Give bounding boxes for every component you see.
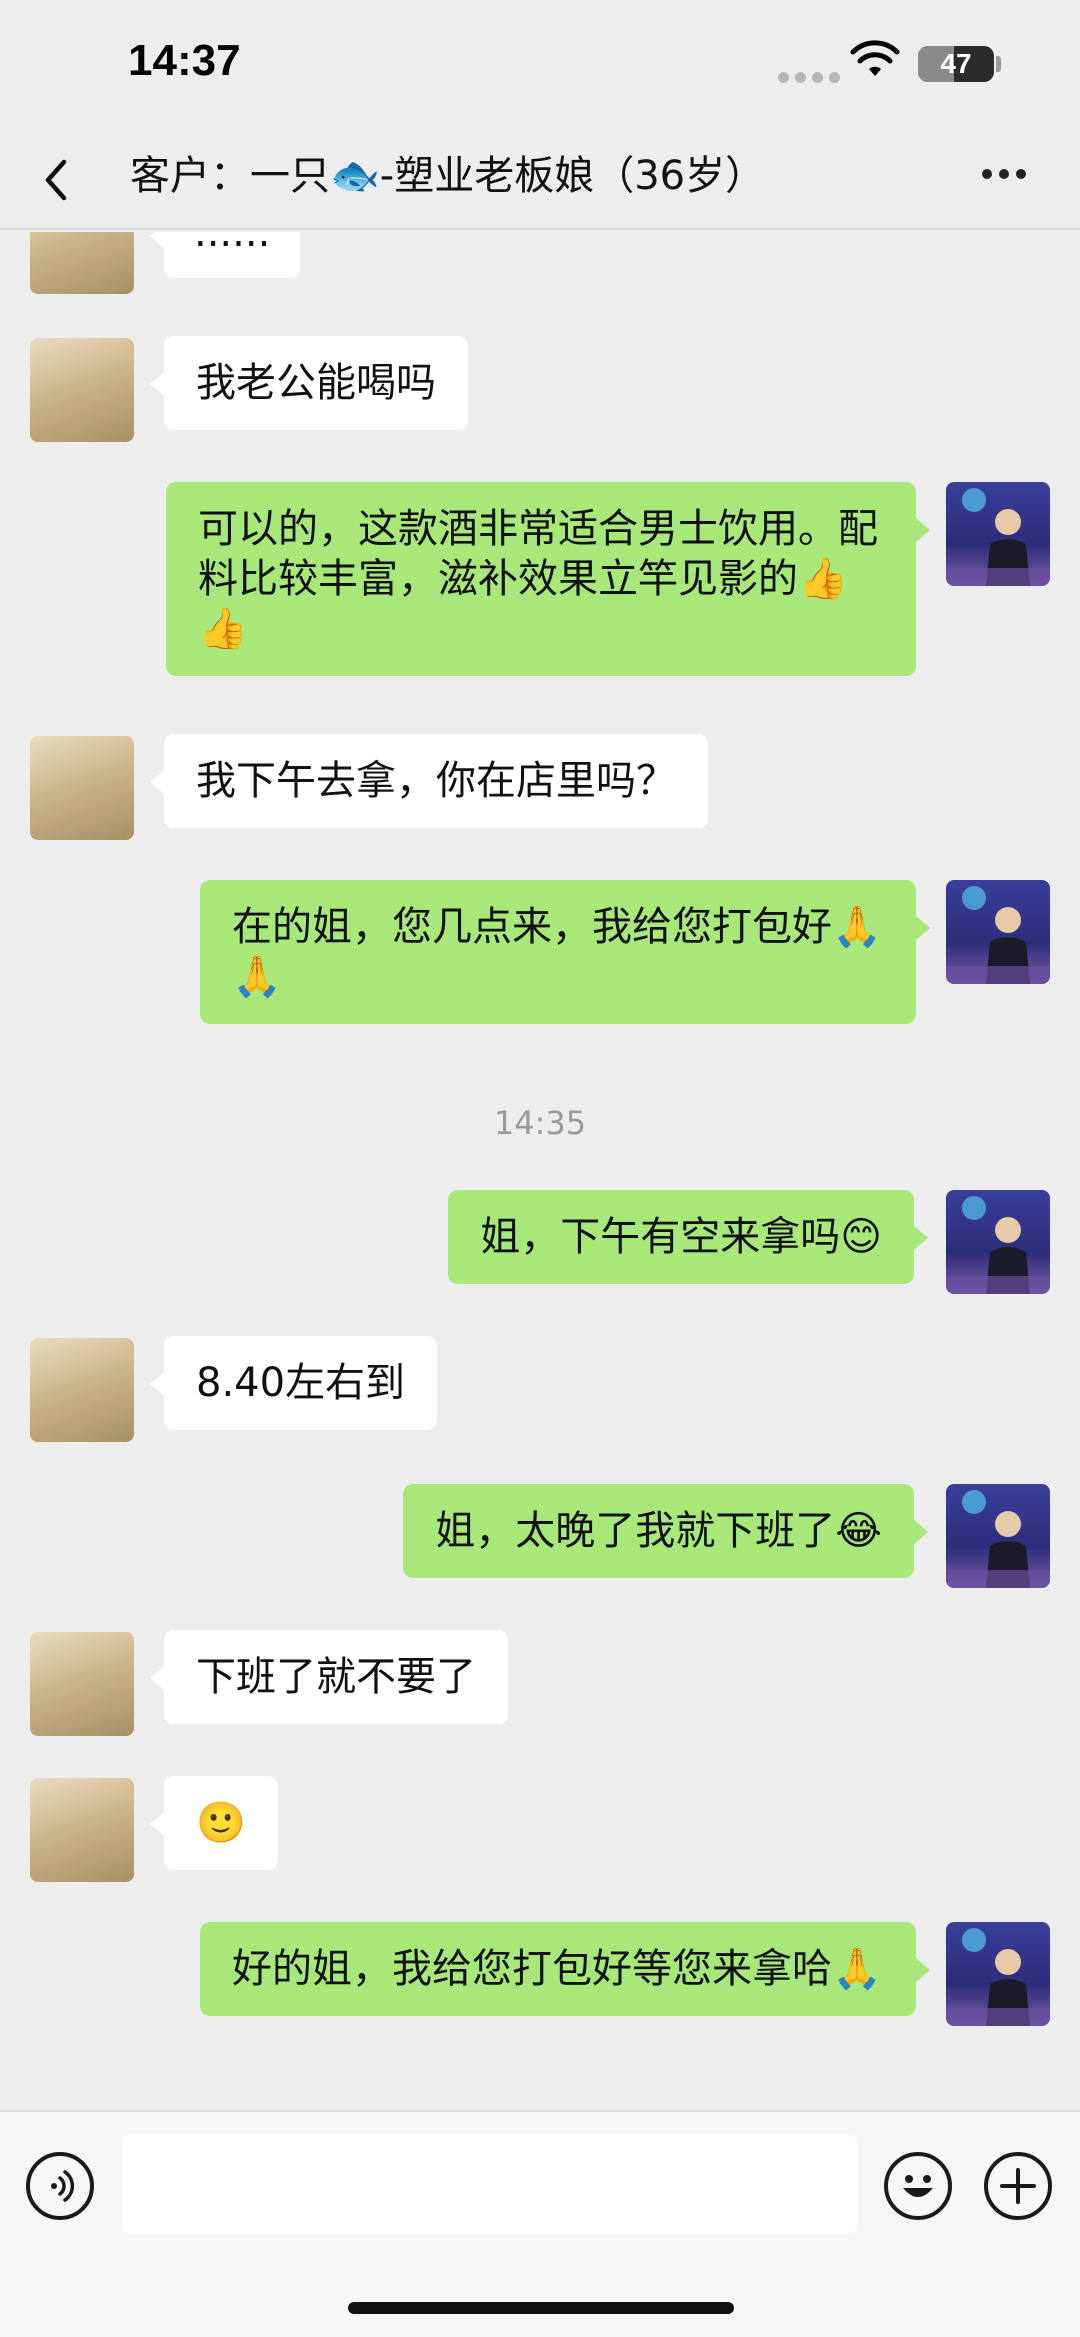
message-bubble-outgoing[interactable]: 姐，太晚了我就下班了😂	[403, 1484, 928, 1578]
more-dots-icon[interactable]	[982, 164, 1038, 184]
battery-icon: 47	[918, 46, 994, 82]
message-bubble-incoming[interactable]: 我下午去拿，你在店里吗？	[150, 734, 708, 828]
self-avatar[interactable]	[946, 1190, 1050, 1294]
emoji-face	[903, 2175, 933, 2197]
message-bubble-incoming[interactable]: 下班了就不要了	[150, 1630, 508, 1724]
contact-avatar[interactable]	[30, 736, 134, 840]
self-avatar[interactable]	[946, 482, 1050, 586]
chat-title: 客户：一只🐟-塑业老板娘（36岁）	[130, 153, 766, 199]
plus-icon[interactable]	[984, 2152, 1052, 2220]
emoji-icon[interactable]	[884, 2152, 952, 2220]
self-avatar-image	[946, 1490, 1050, 1588]
chat-area[interactable]: ...... 我老公能喝吗 可以的，这款酒非常适合男士饮用。配料比较丰富，滋补效…	[0, 232, 1080, 2108]
nav-bar: 客户：一只🐟-塑业老板娘（36岁）	[0, 130, 1080, 230]
message-bubble-outgoing[interactable]: 好的姐，我给您打包好等您来拿哈🙏	[200, 1922, 930, 2016]
message-bubble-incoming[interactable]: 8.40左右到	[149, 1336, 438, 1430]
self-avatar-image	[946, 1196, 1050, 1294]
cellular-signal-icon	[778, 68, 846, 87]
voice-waves	[51, 2170, 75, 2202]
contact-avatar[interactable]	[30, 338, 134, 442]
message-bubble-outgoing[interactable]: 姐，下午有空来拿吗😊	[448, 1190, 928, 1284]
message-bubble-incoming[interactable]: 我老公能喝吗	[150, 336, 468, 430]
self-avatar-image	[946, 1928, 1050, 2026]
message-input[interactable]	[122, 2134, 858, 2234]
contact-avatar[interactable]	[30, 1632, 134, 1736]
contact-avatar[interactable]	[30, 232, 134, 294]
status-time: 14:37	[128, 36, 241, 85]
wifi-icon	[850, 40, 900, 76]
chevron-left-icon[interactable]	[36, 150, 76, 210]
message-bubble-incoming[interactable]: ......	[149, 232, 301, 278]
voice-icon[interactable]	[26, 2152, 94, 2220]
home-indicator[interactable]	[348, 2302, 734, 2314]
status-bar: 14:37 47	[0, 0, 1080, 130]
message-bubble-outgoing[interactable]: 可以的，这款酒非常适合男士饮用。配料比较丰富，滋补效果立竿见影的👍👍	[166, 482, 930, 676]
self-avatar[interactable]	[946, 880, 1050, 984]
self-avatar-image	[946, 488, 1050, 586]
battery-tip	[996, 56, 1001, 72]
contact-avatar[interactable]	[30, 1778, 134, 1882]
message-bubble-incoming[interactable]: 🙂	[150, 1776, 278, 1870]
message-timestamp: 14:35	[493, 1104, 587, 1142]
self-avatar-image	[946, 886, 1050, 984]
plus-sign	[1000, 2168, 1036, 2204]
battery-level: 47	[940, 48, 972, 79]
message-bubble-outgoing[interactable]: 在的姐，您几点来，我给您打包好🙏🙏	[200, 880, 930, 1024]
self-avatar[interactable]	[946, 1484, 1050, 1588]
self-avatar[interactable]	[946, 1922, 1050, 2026]
contact-avatar[interactable]	[30, 1338, 134, 1442]
